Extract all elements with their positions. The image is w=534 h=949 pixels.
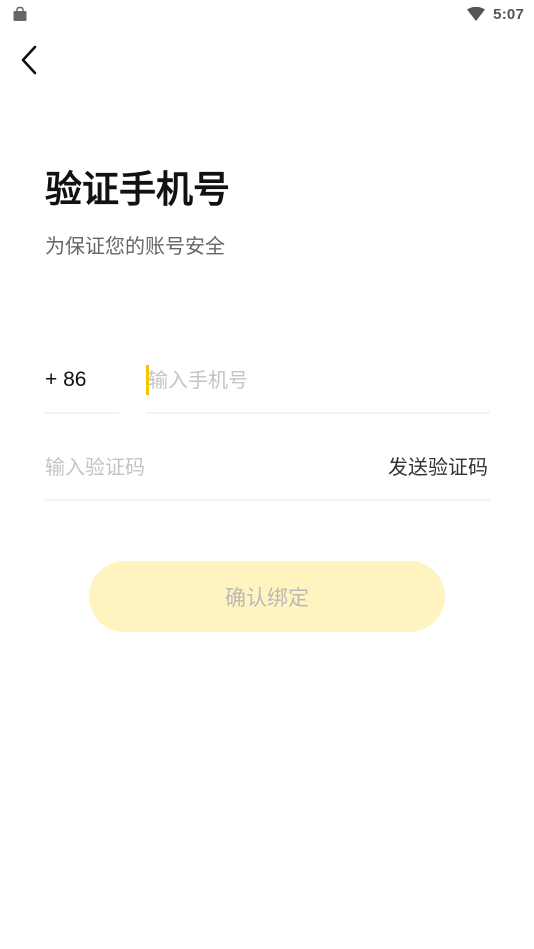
status-indicators: 5:07 <box>467 4 524 24</box>
back-button[interactable] <box>12 42 46 78</box>
page-subtitle: 为保证您的账号安全 <box>45 234 225 258</box>
page-title: 验证手机号 <box>45 168 230 211</box>
chevron-left-icon <box>19 44 39 76</box>
country-code-label: + 86 <box>45 368 87 391</box>
confirm-bind-button[interactable]: 确认绑定 <box>89 561 445 632</box>
wifi-icon <box>467 7 486 21</box>
verification-code-field[interactable]: 发送验证码 <box>45 447 490 501</box>
shopping-bag-icon <box>12 6 28 22</box>
phone-field[interactable] <box>146 360 490 414</box>
verification-code-input[interactable] <box>45 447 345 487</box>
status-time: 5:07 <box>493 5 524 23</box>
send-code-button[interactable]: 发送验证码 <box>388 447 488 487</box>
phone-input[interactable] <box>148 360 478 400</box>
country-code-selector[interactable]: + 86 <box>45 360 119 414</box>
confirm-bind-label: 确认绑定 <box>225 585 309 610</box>
status-bar: 5:07 <box>0 0 534 28</box>
